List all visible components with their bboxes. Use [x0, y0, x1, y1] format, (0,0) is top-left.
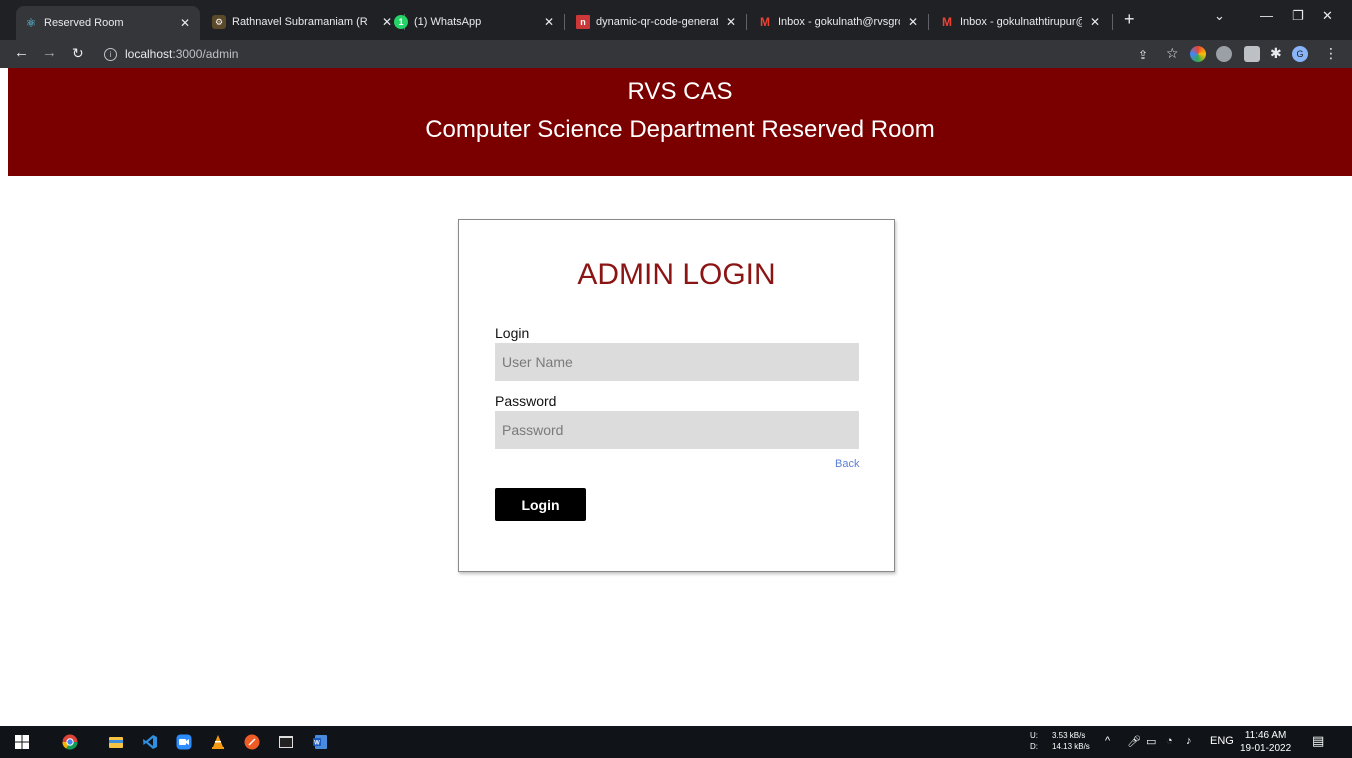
battery-icon[interactable]: ▭	[1146, 735, 1156, 748]
reload-icon[interactable]: ↻	[72, 44, 84, 62]
microphone-icon[interactable]: 🎤︎	[1127, 735, 1141, 748]
notification-center-icon[interactable]: ▤	[1312, 733, 1324, 749]
word-icon[interactable]: W	[312, 734, 328, 750]
close-tab-icon[interactable]: ✕	[178, 16, 192, 30]
info-icon[interactable]: i	[104, 47, 117, 61]
camera-extension-icon[interactable]	[1244, 46, 1260, 62]
react-icon: ⚛	[25, 16, 37, 30]
chrome-icon[interactable]	[62, 734, 78, 750]
new-tab-icon[interactable]: +	[1124, 10, 1135, 28]
password-label: Password	[495, 393, 557, 409]
tab-reserved-room[interactable]: ⚛ Reserved Room ✕	[16, 6, 200, 40]
gmail-icon: M	[942, 15, 952, 29]
tab-whatsapp[interactable]: 1 (1) WhatsApp ✕	[386, 8, 564, 36]
forward-arrow-icon[interactable]: →	[42, 44, 57, 62]
color-picker-extension-icon[interactable]	[1190, 46, 1206, 62]
address-bar[interactable]: i localhost:3000/admin	[104, 42, 238, 66]
gmail-icon: M	[760, 15, 770, 29]
profile-avatar-icon[interactable]: G	[1292, 46, 1308, 62]
tab-search-icon[interactable]: ⌄	[1214, 8, 1225, 24]
close-tab-icon[interactable]: ✕	[906, 15, 920, 29]
browser-tab-strip: ⚛ Reserved Room ✕ ⚙ Rathnavel Subramania…	[0, 0, 1352, 40]
close-window-icon[interactable]: ✕	[1322, 8, 1333, 24]
college-name: RVS CAS	[627, 78, 733, 105]
browser-toolbar: ← → ↻ i localhost:3000/admin ⇪ ☆ ✱ G ⋮	[0, 40, 1352, 68]
username-label: Login	[495, 325, 530, 341]
bookmark-star-icon[interactable]: ☆	[1166, 44, 1179, 62]
tab-qr-generator[interactable]: n dynamic-qr-code-generato ✕	[568, 8, 746, 36]
page-header: RVS CAS Computer Science Department Rese…	[8, 68, 1352, 176]
whatsapp-icon: 1	[394, 15, 408, 29]
language-indicator[interactable]: ENG	[1210, 735, 1234, 747]
file-explorer-icon[interactable]	[108, 734, 124, 750]
svg-text:W: W	[314, 741, 320, 747]
login-button[interactable]: Login	[495, 488, 586, 521]
terminal-icon[interactable]	[278, 734, 294, 750]
windows-start-icon[interactable]	[14, 734, 30, 750]
back-arrow-icon[interactable]: ←	[14, 44, 29, 62]
close-tab-icon[interactable]: ✕	[542, 15, 556, 29]
back-link[interactable]: Back	[835, 458, 859, 470]
password-input[interactable]	[495, 411, 859, 449]
admin-login-card: ADMIN LOGIN Login Password Back Login	[458, 219, 895, 572]
login-title: ADMIN LOGIN	[577, 258, 776, 291]
vlc-icon[interactable]	[210, 734, 226, 750]
close-tab-icon[interactable]: ✕	[724, 15, 738, 29]
college-logo-icon: ⚙	[212, 15, 226, 29]
tab-inbox-rvsgroup[interactable]: M Inbox - gokulnath@rvsgrou ✕	[750, 8, 928, 36]
zoom-icon[interactable]	[176, 734, 192, 750]
system-clock[interactable]: 11:46 AM 19-01-2022	[1240, 729, 1291, 755]
tab-rathnavel[interactable]: ⚙ Rathnavel Subramaniam (R ✕	[204, 8, 402, 36]
extensions-puzzle-icon[interactable]: ✱	[1270, 44, 1282, 62]
department-title: Computer Science Department Reserved Roo…	[425, 116, 935, 143]
tab-inbox-tirupur[interactable]: M Inbox - gokulnathtirupur@ ✕	[932, 8, 1110, 36]
show-hidden-icons-chevron-icon[interactable]: ^	[1105, 735, 1110, 747]
windows-taskbar: W U: 3.53 kB/s D: 14.13 kB/s ^ 🎤︎ ▭ ◔ ♪ EN…	[0, 726, 1352, 758]
username-input[interactable]	[495, 343, 859, 381]
menu-kebab-icon[interactable]: ⋮	[1324, 44, 1338, 62]
postman-icon[interactable]	[244, 734, 260, 750]
vscode-icon[interactable]	[142, 734, 158, 750]
volume-icon[interactable]: ♪	[1186, 735, 1192, 747]
network-speed: U: 3.53 kB/s D: 14.13 kB/s	[1030, 731, 1090, 751]
close-tab-icon[interactable]: ✕	[1088, 15, 1102, 29]
screenshot-extension-icon[interactable]	[1216, 46, 1232, 62]
minimize-icon[interactable]: —	[1260, 8, 1273, 23]
share-icon[interactable]: ⇪	[1138, 46, 1148, 64]
wifi-icon[interactable]: ◔	[1166, 735, 1173, 747]
maximize-icon[interactable]: ❐	[1292, 8, 1304, 24]
npm-icon: n	[576, 15, 590, 29]
